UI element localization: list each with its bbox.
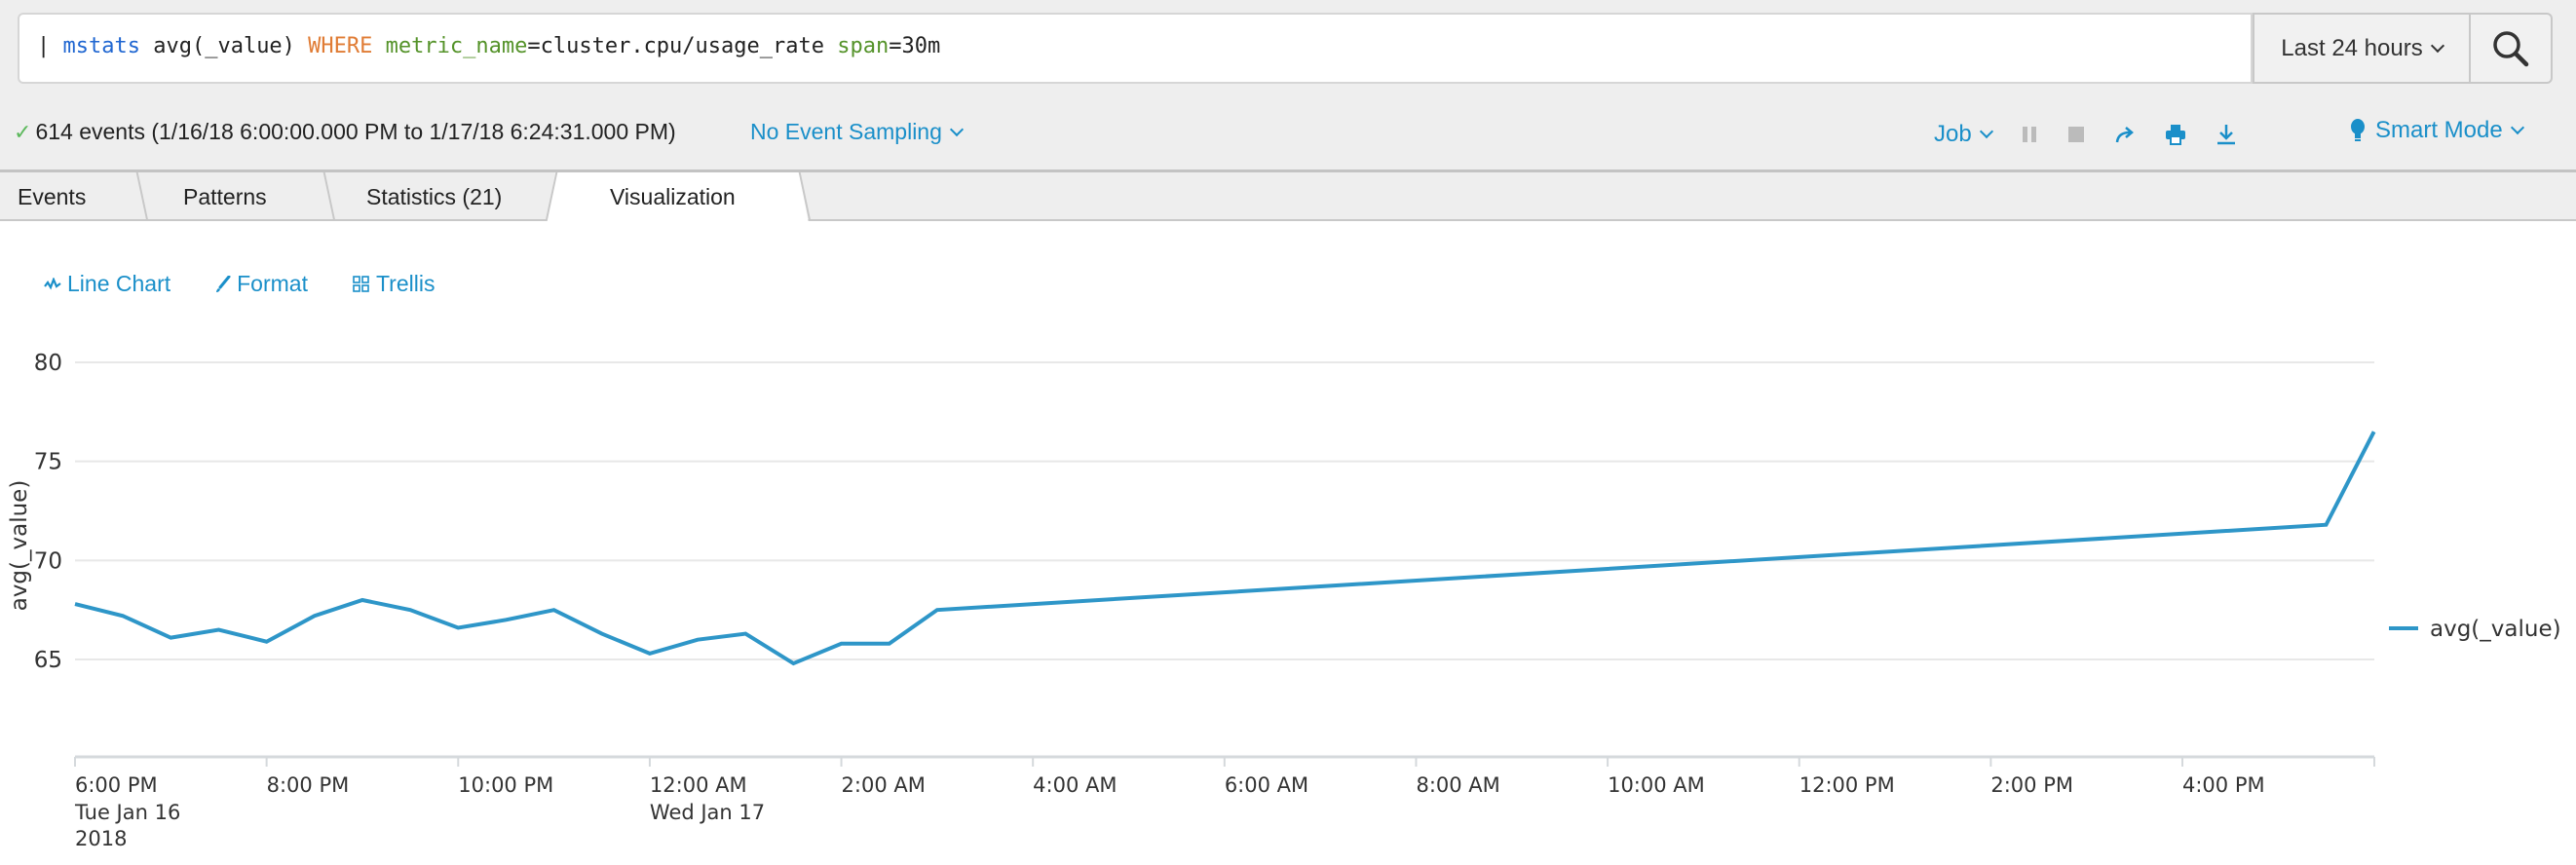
y-tick-label: 70 <box>34 548 62 574</box>
query-command: mstats <box>62 34 140 58</box>
chevron-down-icon <box>949 122 964 136</box>
stop-button[interactable] <box>2067 125 2085 144</box>
x-tick-label: 6:00 PM <box>75 773 158 797</box>
query-field: span <box>837 34 890 58</box>
event-sampling-label: No Event Sampling <box>750 119 942 144</box>
x-tick-label: 12:00 AM <box>650 773 747 797</box>
job-toolbar: Job <box>1934 115 2266 154</box>
tab-label: Visualization <box>610 183 736 209</box>
query-where: WHERE <box>308 34 373 58</box>
query-value: =cluster.cpu/usage_rate <box>527 34 838 58</box>
pause-icon <box>2022 127 2036 142</box>
stop-icon <box>2067 127 2084 142</box>
format-label: Format <box>237 271 308 296</box>
y-tick-label: 80 <box>34 351 62 376</box>
line-chart-icon <box>44 277 61 290</box>
lightbulb-icon <box>2351 119 2365 141</box>
query-arg: avg(_value) <box>139 34 309 58</box>
time-range-label: Last 24 hours <box>2281 34 2423 61</box>
x-tick-label: 2:00 AM <box>842 773 926 797</box>
event-count-text: 614 events (1/16/18 6:00:00.000 PM to 1/… <box>35 119 676 144</box>
legend-label[interactable]: avg(_value) <box>2430 617 2561 642</box>
x-tick-label: 12:00 PM <box>1799 773 1895 797</box>
query-value: =30m <box>889 34 941 58</box>
event-sampling-dropdown[interactable]: No Event Sampling <box>750 119 964 145</box>
y-tick-label: 75 <box>34 450 62 475</box>
query-pipe: | <box>37 34 63 58</box>
pause-button[interactable] <box>2021 125 2038 144</box>
tab-label: Events <box>18 183 87 209</box>
download-icon <box>2216 125 2235 145</box>
trellis-button[interactable]: Trellis <box>353 271 435 297</box>
search-button[interactable] <box>2469 13 2553 84</box>
x-tick-label: 8:00 PM <box>267 773 350 797</box>
trellis-label: Trellis <box>375 271 436 296</box>
x-tick-sublabel: Wed Jan 17 <box>650 801 765 824</box>
format-button[interactable]: Format <box>215 271 308 297</box>
results-tabs: Events Patterns Statistics (21) Visualiz… <box>0 172 2576 223</box>
chevron-down-icon <box>2510 120 2524 135</box>
tab-divider <box>322 172 336 221</box>
job-label: Job <box>1934 121 1972 147</box>
x-tick-label: 4:00 PM <box>2182 773 2265 797</box>
job-status: ✓ 614 events (1/16/18 6:00:00.000 PM to … <box>14 119 676 145</box>
tab-divider <box>135 172 149 221</box>
tab-patterns[interactable]: Patterns <box>183 172 267 221</box>
x-tick-label: 10:00 AM <box>1608 773 1705 797</box>
y-tick-label: 65 <box>34 648 62 673</box>
export-button[interactable] <box>2216 124 2237 145</box>
x-tick-sublabel: 2018 <box>75 827 127 850</box>
tab-statistics[interactable]: Statistics (21) <box>366 172 502 221</box>
line-chart-label: Line Chart <box>67 271 171 296</box>
query-field: metric_name <box>372 34 528 58</box>
chevron-down-icon <box>1979 124 1993 139</box>
tab-events[interactable]: Events <box>18 172 86 221</box>
x-tick-label: 2:00 PM <box>1990 773 2073 797</box>
job-menu[interactable]: Job <box>1934 121 1993 148</box>
search-bar-area: | mstats avg(_value) WHERE metric_name=c… <box>0 0 2576 172</box>
visualization-toolbar: Line Chart Format Trellis <box>44 271 479 297</box>
x-tick-label: 4:00 AM <box>1033 773 1117 797</box>
x-tick-label: 10:00 PM <box>458 773 553 797</box>
x-tick-sublabel: Tue Jan 16 <box>74 801 180 824</box>
search-mode-dropdown[interactable]: Smart Mode <box>2350 117 2524 144</box>
time-range-picker[interactable]: Last 24 hours <box>2253 13 2471 84</box>
tab-visualization[interactable]: Visualization <box>610 172 736 221</box>
x-tick-label: 6:00 AM <box>1225 773 1308 797</box>
print-button[interactable] <box>2165 124 2186 145</box>
tab-label: Patterns <box>183 183 267 209</box>
chevron-down-icon <box>2430 38 2444 53</box>
series-line-avg-value[interactable] <box>74 431 2376 666</box>
paintbrush-icon <box>216 275 231 292</box>
search-input[interactable]: | mstats avg(_value) WHERE metric_name=c… <box>18 13 2253 84</box>
check-icon: ✓ <box>14 119 32 144</box>
search-mode-label: Smart Mode <box>2375 117 2503 143</box>
line-chart[interactable]: 65 70 75 80 avg(_value) 6:00 PM Tue Jan 16 2018… <box>0 331 2576 865</box>
tab-label: Statistics (21) <box>366 183 503 209</box>
print-icon <box>2165 125 2185 145</box>
share-icon <box>2115 127 2134 143</box>
x-tick-label: 8:00 AM <box>1416 773 1499 797</box>
y-axis-title: avg(_value) <box>7 480 32 612</box>
search-query[interactable]: | mstats avg(_value) WHERE metric_name=c… <box>37 34 940 58</box>
share-button[interactable] <box>2114 125 2136 144</box>
line-chart-button[interactable]: Line Chart <box>44 271 170 297</box>
trellis-grid-icon <box>353 275 369 292</box>
search-icon <box>2493 30 2529 66</box>
